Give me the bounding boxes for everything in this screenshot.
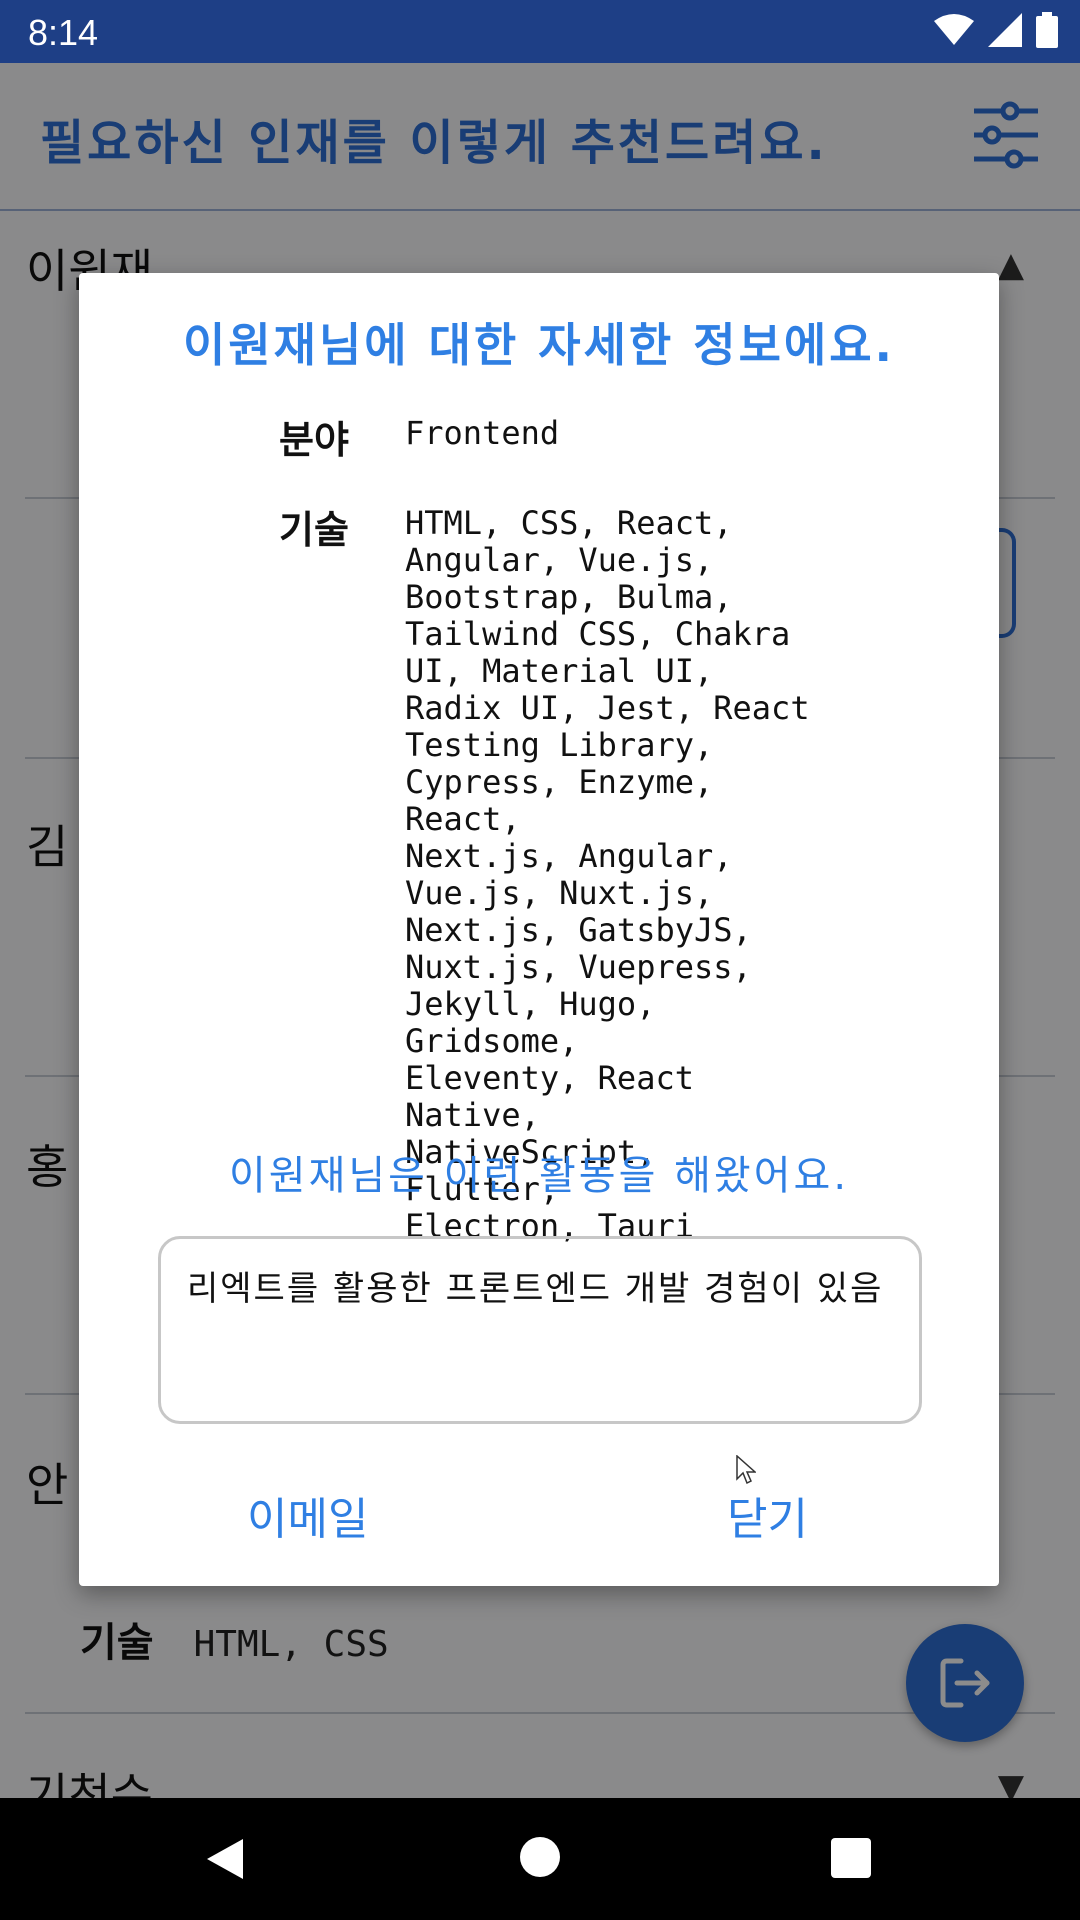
skills-line: Nuxt.js, Vuepress, <box>405 948 752 986</box>
wifi-icon <box>934 14 974 45</box>
skills-line: Testing Library, <box>405 726 714 764</box>
skills-line: Next.js, Angular, <box>405 837 733 875</box>
skills-line: UI, Material UI, <box>405 652 714 690</box>
system-nav-bar <box>0 1798 1080 1920</box>
back-icon[interactable] <box>205 1837 245 1881</box>
skills-value: HTML, CSS, React, Angular, Vue.js, Boots… <box>405 505 825 1245</box>
battery-icon <box>1036 12 1058 48</box>
dialog-title: 이원재님에 대한 자세한 정보에요. <box>183 318 895 372</box>
recents-icon[interactable] <box>831 1838 871 1878</box>
skills-line: Next.js, GatsbyJS, <box>405 911 752 949</box>
email-button[interactable]: 이메일 <box>247 1483 368 1547</box>
home-icon[interactable] <box>520 1837 560 1877</box>
skills-line: HTML, CSS, React, <box>405 504 733 542</box>
status-time: 8:14 <box>28 12 99 53</box>
candidate-detail-dialog: 이원재님에 대한 자세한 정보에요. 분야 Frontend 기술 HTML, … <box>79 273 999 1586</box>
field-label: 분야 <box>279 418 349 462</box>
skills-line: Radix UI, Jest, React <box>405 689 810 727</box>
skills-line: Bootstrap, Bulma, <box>405 578 733 616</box>
activity-title: 이원재님은 이런 활동을 해왔어요. <box>228 1153 850 1199</box>
mouse-cursor-icon <box>736 1455 756 1485</box>
skills-line: Vue.js, Nuxt.js, <box>405 874 714 912</box>
signal-icon <box>988 13 1022 47</box>
skills-line: Tailwind CSS, Chakra <box>405 615 791 653</box>
skills-label: 기술 <box>279 508 349 552</box>
skills-line: Cypress, Enzyme, React, <box>405 763 714 838</box>
field-value: Frontend <box>405 414 560 452</box>
skills-line: Eleventy, React Native, <box>405 1059 694 1134</box>
activity-text-box[interactable]: 리엑트를 활용한 프론트엔드 개발 경험이 있음 <box>158 1236 922 1424</box>
skills-line: Angular, Vue.js, <box>405 541 714 579</box>
skills-line: Jekyll, Hugo, Gridsome, <box>405 985 656 1060</box>
status-bar: 8:14 <box>0 0 1080 63</box>
close-button[interactable]: 닫기 <box>727 1483 808 1547</box>
status-icons <box>934 12 1058 48</box>
activity-text: 리엑트를 활용한 프론트엔드 개발 경험이 있음 <box>187 1269 884 1309</box>
